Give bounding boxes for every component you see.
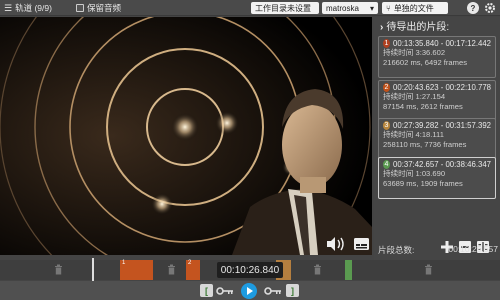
volume-icon[interactable] <box>327 237 344 251</box>
segment-detail: 258110 ms, 7736 frames <box>383 139 467 149</box>
segment-detail: 63689 ms, 1909 frames <box>383 178 463 188</box>
segments-total-label: 片段总数: <box>378 245 415 255</box>
trash-icon[interactable] <box>424 264 433 275</box>
video-player[interactable] <box>0 17 372 255</box>
segment-item-3[interactable]: 3 00:27:39.282 - 00:31:57.392 持续时间 4:18.1… <box>378 118 496 160</box>
set-end-button[interactable]: ] <box>286 283 299 298</box>
play-button[interactable] <box>241 282 257 299</box>
segment-detail: 87154 ms, 2612 frames <box>383 101 463 111</box>
set-start-button[interactable]: [ <box>200 283 213 298</box>
playhead[interactable] <box>92 258 94 282</box>
chevron-down-icon: ▾ <box>369 3 374 13</box>
bottom-controls: [ ] <box>0 281 500 300</box>
track-label: 轨道 (9/9) <box>15 3 52 13</box>
segment-item-1[interactable]: 1 00:13:35.840 - 00:17:12.442 持续时间 3:36.6… <box>378 36 496 78</box>
segment-detail: 216602 ms, 6492 frames <box>383 57 468 67</box>
fork-icon: ⑂ <box>386 3 391 13</box>
segment-range: 00:20:43.623 - 00:22:10.778 <box>393 83 491 92</box>
workdir-button[interactable]: 工作目录未设置 <box>251 2 319 14</box>
segment-duration: 持续时间 1:03.690 <box>383 169 446 178</box>
top-toolbar: ☰ 轨道 (9/9) 保留音频 工作目录未设置 matroska ▾ ⑂ 单独的… <box>0 0 500 16</box>
separate-files-label: 单独的文件 <box>393 3 434 13</box>
trash-icon[interactable] <box>54 264 63 275</box>
separate-files-button[interactable]: ⑂ 单独的文件 <box>382 2 448 14</box>
track-selector[interactable]: ☰ 轨道 (9/9) <box>4 2 52 14</box>
segment-range: 00:13:35.840 - 00:17:12.442 <box>393 39 491 48</box>
timeline-segment-label: 1 <box>122 260 126 266</box>
format-value: matroska <box>326 3 359 13</box>
chevron-right-icon: › <box>380 22 384 33</box>
format-select[interactable]: matroska ▾ <box>322 2 378 14</box>
segment-duration: 持续时间 1:27.154 <box>383 92 446 101</box>
key-icon <box>264 286 281 295</box>
panel-title-text: 待导出的片段: <box>386 22 450 33</box>
segments-total: 片段总数: 00:10:25.557 <box>378 244 498 256</box>
segments-total-value: 00:10:25.557 <box>448 244 498 254</box>
segment-number-badge: 1 <box>383 39 391 48</box>
current-timecode[interactable]: 00:10:26.840 <box>217 262 283 278</box>
gear-icon[interactable] <box>484 2 496 14</box>
jump-start-button[interactable] <box>216 283 234 298</box>
jump-end-button[interactable] <box>264 283 282 298</box>
help-button[interactable]: ? <box>467 2 479 14</box>
play-icon <box>241 282 257 299</box>
segment-duration: 持续时间 3:36.602 <box>383 48 446 57</box>
trash-icon[interactable] <box>313 264 322 275</box>
segment-duration: 持续时间 4:18.111 <box>383 130 444 139</box>
segment-item-4[interactable]: 4 00:37:42.657 - 00:38:46.347 持续时间 1:03.6… <box>378 157 496 199</box>
bracket-end-icon: ] <box>286 284 299 297</box>
segments-panel: › 待导出的片段: 1 00:13:35.840 - 00:17:12.442 持续… <box>374 17 500 260</box>
subtitles-icon[interactable] <box>354 238 369 250</box>
checkbox-icon[interactable] <box>76 4 84 12</box>
segment-number-badge: 2 <box>383 83 391 92</box>
video-controls <box>324 233 372 255</box>
video-frame <box>0 17 372 255</box>
workdir-label: 工作目录未设置 <box>255 3 311 13</box>
segment-item-2[interactable]: 2 00:20:43.623 - 00:22:10.778 持续时间 1:27.1… <box>378 80 496 122</box>
segment-number-badge: 3 <box>383 121 391 130</box>
key-icon <box>216 286 233 295</box>
help-icon: ? <box>470 3 476 13</box>
menu-icon: ☰ <box>4 2 13 13</box>
trash-icon[interactable] <box>167 264 176 275</box>
timeline-segment-4[interactable] <box>345 260 352 280</box>
keep-audio-label: 保留音频 <box>87 3 122 13</box>
segment-range: 00:37:42.657 - 00:38:46.347 <box>393 160 491 169</box>
keep-audio-toggle[interactable]: 保留音频 <box>76 2 121 14</box>
bracket-start-icon: [ <box>200 284 213 297</box>
segment-range: 00:27:39.282 - 00:31:57.392 <box>393 121 491 130</box>
timeline-segment-label: 2 <box>188 260 192 266</box>
panel-title: › 待导出的片段: <box>380 18 449 33</box>
segment-number-badge: 4 <box>383 160 391 169</box>
